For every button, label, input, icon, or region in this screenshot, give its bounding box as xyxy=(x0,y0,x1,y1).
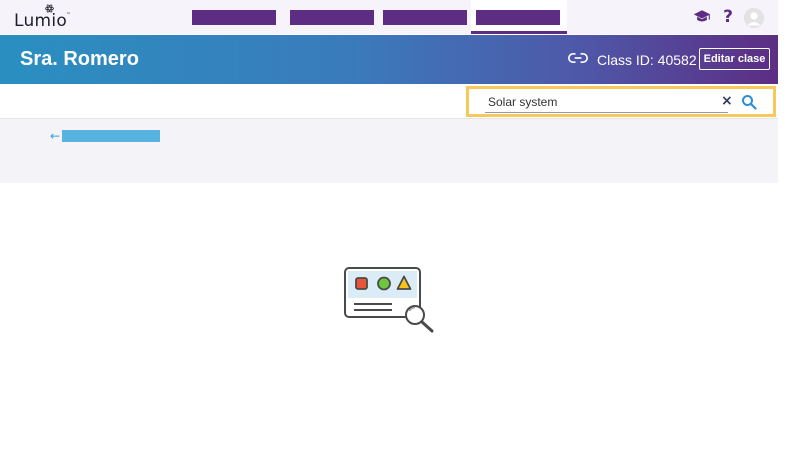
results-header: ← xyxy=(0,119,778,183)
logo-atom-icon xyxy=(45,4,54,13)
search-icon[interactable] xyxy=(741,94,757,110)
class-id: Class ID: 40582 xyxy=(597,52,697,68)
back-link[interactable] xyxy=(62,130,160,142)
help-icon[interactable]: ? xyxy=(719,8,737,26)
top-navigation: Lumio ™ ? xyxy=(0,0,778,34)
teacher-name: Sra. Romero xyxy=(20,48,139,70)
search-box: × xyxy=(466,86,776,117)
edit-class-button[interactable]: Editar clase xyxy=(699,48,770,70)
nav-tab-3[interactable] xyxy=(383,10,467,25)
close-icon[interactable]: × xyxy=(721,92,733,110)
logo-text: Lumio xyxy=(14,11,68,31)
active-tab-indicator xyxy=(471,31,567,34)
back-arrow-icon[interactable]: ← xyxy=(50,129,60,143)
empty-results-illustration xyxy=(344,267,434,333)
search-input[interactable] xyxy=(485,92,728,113)
nav-tab-1[interactable] xyxy=(192,10,276,25)
nav-tab-4[interactable] xyxy=(476,10,560,25)
trademark-mark: ™ xyxy=(66,12,72,18)
link-icon[interactable] xyxy=(568,52,588,64)
user-avatar-icon[interactable] xyxy=(744,8,764,28)
class-banner: Sra. Romero Class ID: 40582 Editar clase xyxy=(0,35,778,84)
graduation-cap-icon[interactable] xyxy=(693,8,711,26)
nav-tab-2[interactable] xyxy=(290,10,374,25)
